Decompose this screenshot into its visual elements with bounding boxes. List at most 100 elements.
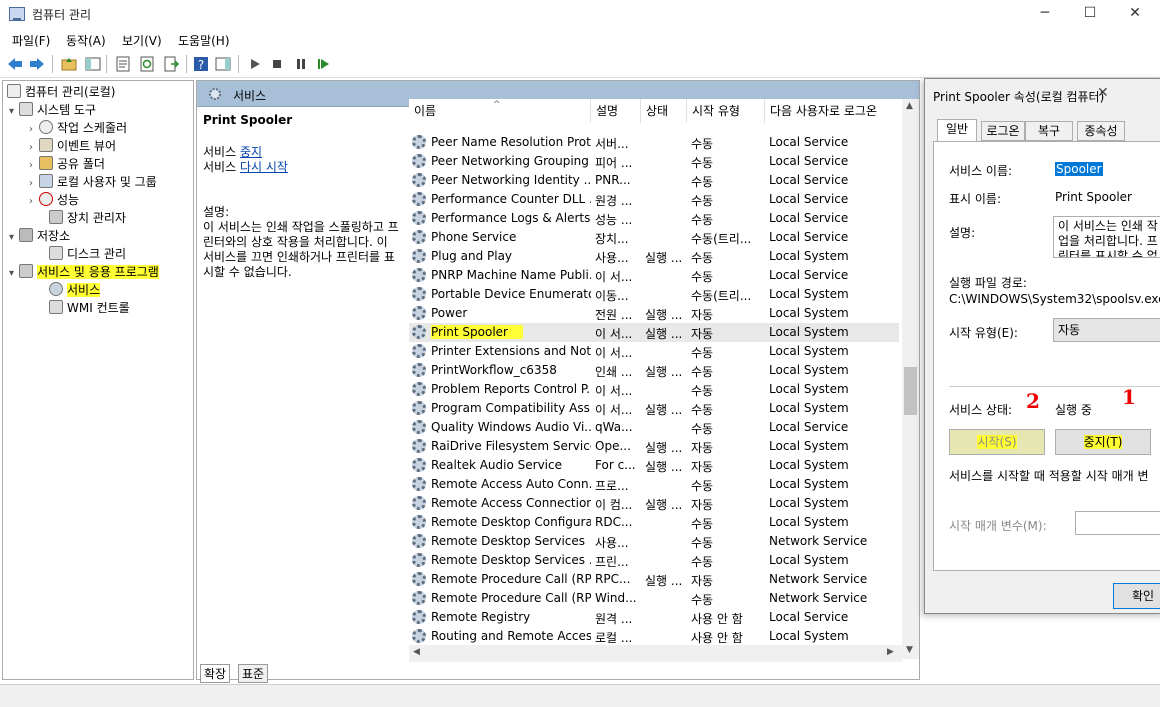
column-log-on-as[interactable]: 다음 사용자로 로그온: [765, 99, 905, 123]
table-row[interactable]: Quality Windows Audio Vi... qWa... 수동 Local…: [409, 418, 899, 437]
tree-item-wmi-control[interactable]: WMI 컨트롤: [39, 299, 130, 317]
ok-button[interactable]: 확인: [1113, 583, 1160, 609]
table-row[interactable]: Remote Desktop Services ... 프린... 수동 Local …: [409, 551, 899, 570]
table-row[interactable]: Remote Procedure Call (RP... Wind... 수동 Net…: [409, 589, 899, 608]
service-name-value[interactable]: Spooler: [1055, 162, 1103, 176]
stop-service-icon[interactable]: [268, 55, 286, 73]
table-row[interactable]: Power 전원 ... 실행 ... 자동 Local System: [409, 304, 899, 323]
column-description[interactable]: 설명: [591, 99, 641, 123]
table-row[interactable]: Phone Service 장치... 수동(트리... Local Service: [409, 228, 899, 247]
table-row[interactable]: Performance Counter DLL ... 원경 ... 수동 Local…: [409, 190, 899, 209]
menu-action[interactable]: 동작(A): [66, 32, 106, 49]
chevron-down-icon[interactable]: ▾: [9, 268, 19, 279]
column-status[interactable]: 상태: [641, 99, 687, 123]
up-folder-icon[interactable]: [60, 55, 78, 73]
stop-service-link[interactable]: 중지: [240, 145, 262, 159]
table-row[interactable]: Printer Extensions and Noti... 이 서... 수동 Lo…: [409, 342, 899, 361]
scroll-right-icon[interactable]: ▶: [887, 647, 894, 657]
table-row[interactable]: RaiDrive Filesystem Service Ope... 실행 ... 자…: [409, 437, 899, 456]
table-row[interactable]: Remote Desktop Configura... RDC... 수동 Local…: [409, 513, 899, 532]
scroll-left-icon[interactable]: ◀: [413, 647, 420, 657]
tree-item-performance[interactable]: › 성능: [29, 191, 79, 209]
cell: For c...: [595, 458, 636, 472]
column-startup-type[interactable]: 시작 유형: [687, 99, 765, 123]
table-row[interactable]: Peer Name Resolution Prot... 서버... 수동 Local…: [409, 133, 899, 152]
table-row[interactable]: PNRP Machine Name Publi... 이 서... 수동 Local …: [409, 266, 899, 285]
table-row[interactable]: Portable Device Enumerato... 이동... 수동(트리..…: [409, 285, 899, 304]
start-service-icon[interactable]: [246, 55, 264, 73]
scroll-thumb[interactable]: [904, 367, 917, 415]
chevron-right-icon[interactable]: ›: [29, 124, 39, 135]
tree-item-services[interactable]: 서비스: [39, 281, 101, 299]
menu-file[interactable]: 파일(F): [12, 32, 50, 49]
tree-item-device-manager[interactable]: 장치 관리자: [39, 209, 126, 227]
chevron-down-icon[interactable]: ▾: [9, 232, 19, 243]
close-button[interactable]: ✕: [1112, 0, 1158, 28]
tree-item-task-scheduler[interactable]: › 작업 스케줄러: [29, 119, 127, 137]
forward-arrow-icon[interactable]: [28, 55, 46, 73]
scroll-down-icon[interactable]: ▼: [906, 645, 913, 655]
chevron-right-icon[interactable]: ›: [29, 160, 39, 171]
tree-item-system-tools[interactable]: ▾ 시스템 도구: [9, 101, 96, 119]
stop-button[interactable]: 중지(T): [1055, 429, 1151, 455]
start-button[interactable]: 시작(S): [949, 429, 1045, 455]
table-row[interactable]: Peer Networking Identity ... PNR... 수동 Loca…: [409, 171, 899, 190]
vertical-scrollbar[interactable]: ▲ ▼: [902, 99, 919, 659]
column-name[interactable]: 이름 ^: [409, 99, 591, 123]
tree-item-disk-management[interactable]: 디스크 관리: [39, 245, 126, 263]
table-row[interactable]: Plug and Play 사용... 실행 ... 수동 Local System: [409, 247, 899, 266]
restart-service-link[interactable]: 다시 시작: [240, 160, 288, 174]
tab-standard[interactable]: 표준: [238, 664, 269, 683]
table-row[interactable]: Print Spooler 이 서... 실행 ... 자동 Local System: [409, 323, 899, 342]
dialog-close-icon[interactable]: ✕: [1097, 85, 1109, 101]
table-row[interactable]: Remote Desktop Services 사용... 수동 Network Se…: [409, 532, 899, 551]
export-list-icon[interactable]: [162, 55, 180, 73]
start-params-input[interactable]: [1075, 511, 1160, 535]
tab-extended[interactable]: 확장: [200, 664, 231, 683]
table-row[interactable]: Routing and Remote Access 로컬 ... 사용 안 함 Loc…: [409, 627, 899, 646]
tab-general[interactable]: 일반: [937, 119, 977, 141]
maximize-button[interactable]: ☐: [1067, 0, 1113, 28]
chevron-right-icon[interactable]: ›: [29, 178, 39, 189]
tree-item-computer-management[interactable]: 컴퓨터 관리(로컬): [7, 83, 115, 101]
horizontal-scrollbar[interactable]: ◀ ▶: [409, 645, 902, 662]
tree-item-services-applications[interactable]: ▾ 서비스 및 응용 프로그램: [9, 263, 159, 281]
menu-help[interactable]: 도움말(H): [178, 32, 230, 49]
table-row[interactable]: Performance Logs & Alerts 성능 ... 수동 Local S…: [409, 209, 899, 228]
table-row[interactable]: Realtek Audio Service For c... 실행 ... 자동 Loc…: [409, 456, 899, 475]
tree-item-shared-folders[interactable]: › 공유 폴더: [29, 155, 105, 173]
table-row[interactable]: PrintWorkflow_c6358 인쇄 ... 실행 ... 수동 Local S…: [409, 361, 899, 380]
table-row[interactable]: Remote Procedure Call (RP... RPC... 실행 ...…: [409, 570, 899, 589]
action-pane-icon[interactable]: [214, 55, 232, 73]
chevron-down-icon[interactable]: ▾: [9, 106, 19, 117]
chevron-right-icon[interactable]: ›: [29, 196, 39, 207]
table-row[interactable]: Remote Access Auto Conn... 프로... 수동 Local S…: [409, 475, 899, 494]
scroll-up-icon[interactable]: ▲: [906, 101, 913, 111]
back-arrow-icon[interactable]: [6, 55, 24, 73]
tree-item-storage[interactable]: ▾ 저장소: [9, 227, 70, 245]
display-name-value[interactable]: Print Spooler: [1055, 190, 1132, 204]
cell: 실행 ...: [645, 460, 683, 474]
tab-dependencies[interactable]: 종속성: [1077, 121, 1125, 141]
description-field[interactable]: 이 서비스는 인쇄 작업을 처리합니다. 프린터를 표시할 수 없: [1053, 216, 1160, 258]
tree-item-local-users[interactable]: › 로컬 사용자 및 그룹: [29, 173, 157, 191]
table-row[interactable]: Problem Reports Control P... 이 서... 수동 Loca…: [409, 380, 899, 399]
table-row[interactable]: Peer Networking Grouping 피어 ... 수동 Local Se…: [409, 152, 899, 171]
help-icon[interactable]: ?: [192, 55, 210, 73]
pause-service-icon[interactable]: [292, 55, 310, 73]
menu-view[interactable]: 보기(V): [122, 32, 162, 49]
table-row[interactable]: Remote Registry 원격 ... 사용 안 함 Local Service: [409, 608, 899, 627]
show-hide-tree-icon[interactable]: [84, 55, 102, 73]
chevron-right-icon[interactable]: ›: [29, 142, 39, 153]
performance-icon: [39, 192, 53, 206]
refresh-icon[interactable]: [138, 55, 156, 73]
minimize-button[interactable]: ─: [1022, 0, 1068, 28]
tab-recovery[interactable]: 복구: [1025, 121, 1073, 141]
restart-service-icon[interactable]: [314, 55, 332, 73]
startup-type-select[interactable]: 자동: [1053, 318, 1160, 342]
table-row[interactable]: Remote Access Connection... 이 컴... 실행 ... 자…: [409, 494, 899, 513]
table-row[interactable]: Program Compatibility Assi... 이 서... 실행 ..…: [409, 399, 899, 418]
properties-icon[interactable]: [114, 55, 132, 73]
tree-item-event-viewer[interactable]: › 이벤트 뷰어: [29, 137, 116, 155]
tab-logon[interactable]: 로그온: [981, 121, 1025, 141]
